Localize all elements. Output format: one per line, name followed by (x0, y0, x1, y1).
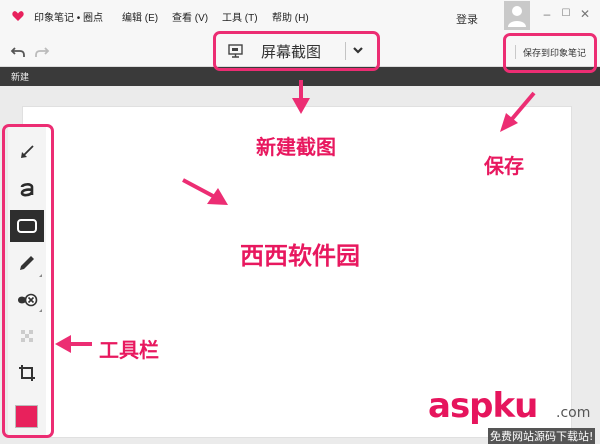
arrow-to-screenshot-icon (292, 80, 310, 114)
annotation-arrows (55, 80, 536, 353)
watermark-tagline: 免费网站源码下载站! (488, 428, 596, 444)
arrow-to-toolbar-icon (55, 335, 92, 353)
annotation-save: 保存 (484, 154, 524, 178)
annotation-new-screenshot: 新建截图 (256, 135, 336, 159)
annotation-watermark: 西西软件园 (240, 241, 360, 270)
arrow-canvas-icon (182, 178, 228, 205)
annotation-toolbar: 工具栏 (99, 338, 159, 362)
watermark-logo: aspku .com 免费网站源码下载站! (428, 386, 600, 444)
arrow-to-save-icon (500, 91, 536, 132)
watermark-domain: .com (556, 405, 591, 421)
watermark-main: aspku (428, 386, 538, 426)
